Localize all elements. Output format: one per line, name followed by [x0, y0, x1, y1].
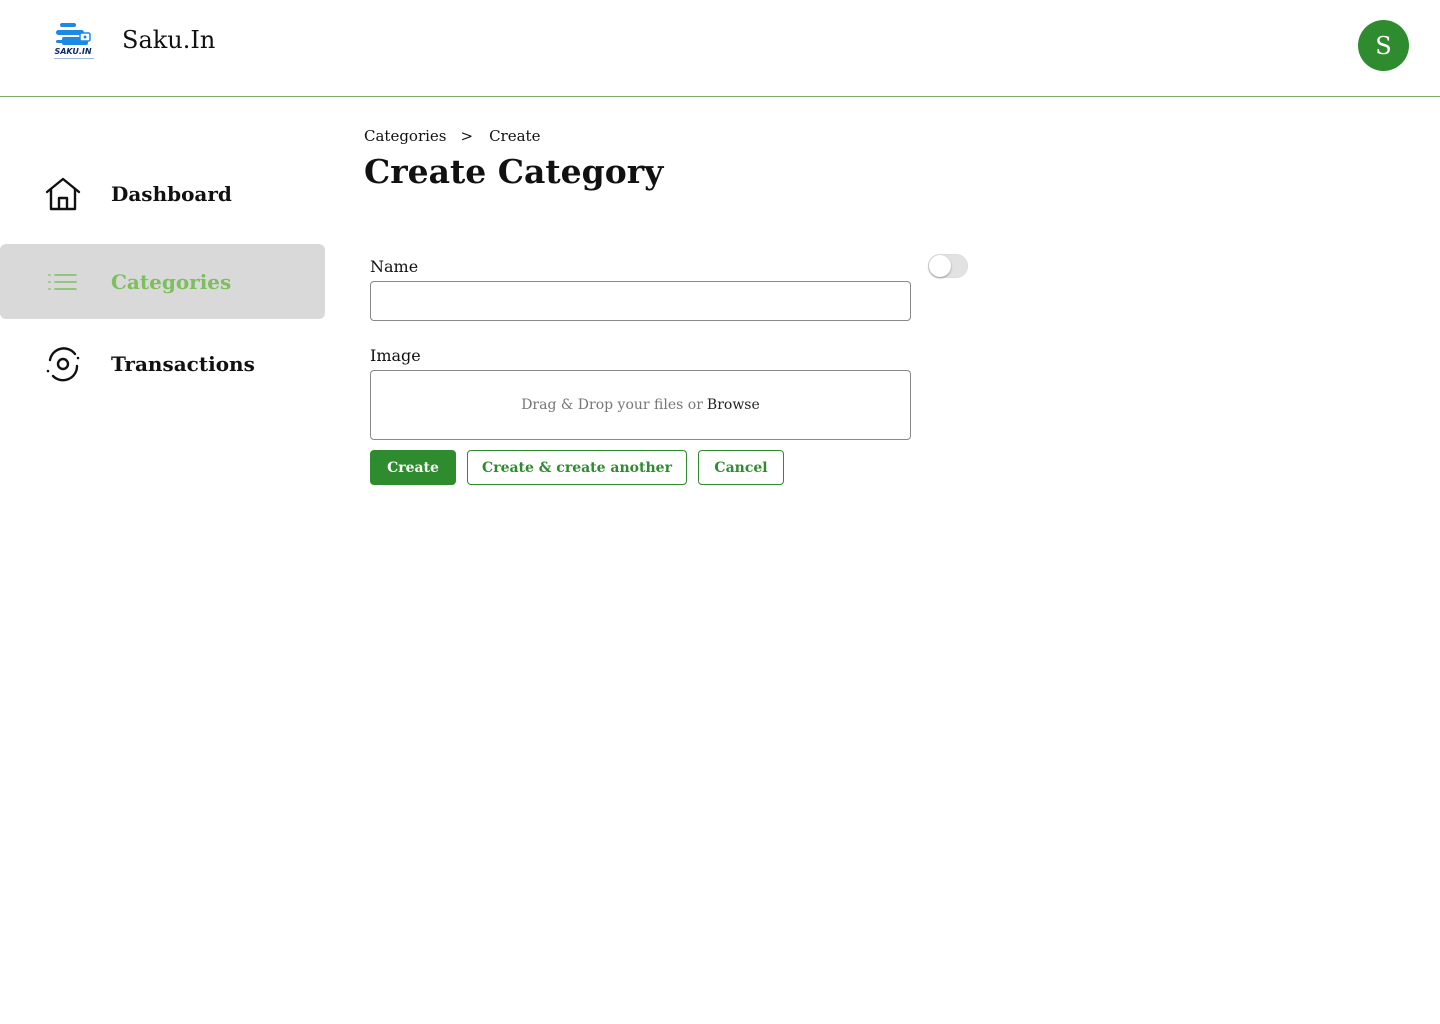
name-input[interactable] — [370, 281, 911, 321]
breadcrumb-separator: > — [460, 127, 474, 145]
sidebar-item-categories[interactable]: Categories — [0, 244, 325, 319]
home-icon — [43, 174, 83, 214]
toggle-switch[interactable] — [928, 254, 968, 278]
create-button[interactable]: Create — [370, 450, 456, 485]
logo-text: SAKU.IN — [54, 47, 91, 56]
app-title: Saku.In — [122, 26, 216, 54]
user-avatar[interactable]: S — [1358, 20, 1409, 71]
cancel-button[interactable]: Cancel — [698, 450, 784, 485]
sidebar-item-transactions[interactable]: Transactions — [0, 326, 325, 401]
saku-logo[interactable]: SAKU.IN — [50, 20, 98, 62]
wallet-logo-icon: SAKU.IN — [54, 23, 94, 59]
toggle-knob — [929, 255, 951, 277]
sidebar-item-label: Categories — [111, 269, 232, 294]
breadcrumb-categories-link[interactable]: Categories — [364, 127, 447, 145]
create-another-button[interactable]: Create & create another — [467, 450, 687, 485]
top-header: SAKU.IN Saku.In S — [0, 0, 1440, 97]
transactions-icon — [43, 344, 83, 384]
name-label: Name — [370, 257, 419, 276]
page-title: Create Category — [364, 152, 664, 191]
dropzone-text: Drag & Drop your files or — [521, 397, 703, 413]
image-label: Image — [370, 346, 421, 365]
sidebar-item-label: Transactions — [111, 351, 255, 376]
sidebar-item-label: Dashboard — [111, 181, 232, 206]
list-icon — [43, 262, 83, 302]
sidebar-item-dashboard[interactable]: Dashboard — [0, 156, 325, 231]
image-dropzone[interactable]: Drag & Drop your files or Browse — [370, 370, 911, 440]
breadcrumb: Categories > Create — [364, 127, 540, 145]
browse-link[interactable]: Browse — [707, 397, 760, 413]
breadcrumb-current: Create — [489, 127, 541, 145]
sidebar: Dashboard Categories Transactions — [0, 97, 330, 1024]
